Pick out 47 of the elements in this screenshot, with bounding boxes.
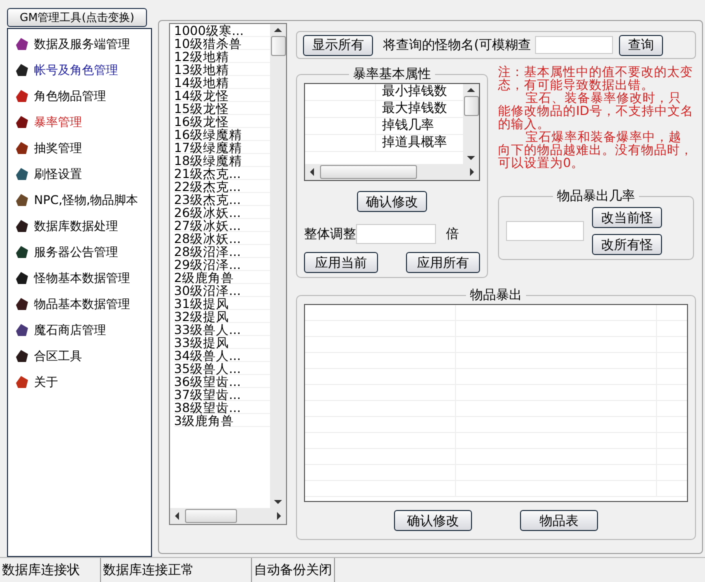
status-text: 数据库连接正常	[101, 558, 252, 582]
note-text: 宝石、装备暴率修改时，只能修改物品的ID号，不支持中文名的输入。	[498, 91, 694, 130]
adjust-field[interactable]	[356, 224, 436, 244]
navigation-item[interactable]: 暴率管理	[8, 109, 151, 135]
navigation-item[interactable]: NPC,怪物,物品脚本	[8, 187, 151, 213]
search-button[interactable]: 查询	[619, 34, 664, 56]
navigation-item[interactable]: 服务器公告管理	[8, 239, 151, 265]
table-cell-text: 最小掉钱数	[381, 84, 447, 100]
table-cell-text: 掉道具概率	[381, 135, 447, 151]
navigation-item[interactable]: 合区工具	[8, 343, 151, 369]
apply-button[interactable]: 改所有怪	[592, 234, 662, 255]
rate-field[interactable]	[506, 221, 584, 241]
search-label: 将查询的怪物名(可模糊查	[383, 37, 532, 54]
table-cell-text: 最大掉钱数	[381, 101, 447, 117]
table-cell-text: 掉钱几率	[381, 118, 434, 134]
navigation-item[interactable]: 关于	[8, 369, 151, 395]
group-title: 物品暴出几率	[556, 188, 636, 205]
navigation-item[interactable]: 物品基本数据管理	[8, 291, 151, 317]
status-text: 数据库连接状	[0, 558, 101, 582]
header-button[interactable]: GM管理工具(点击变换)	[7, 8, 147, 27]
search-field[interactable]	[535, 36, 614, 54]
action-button[interactable]: 物品表	[520, 510, 598, 531]
apply-button[interactable]: 改当前怪	[592, 207, 662, 228]
scrollbar[interactable]	[170, 508, 286, 524]
scrollbar[interactable]	[270, 24, 286, 508]
unit-label: 倍	[446, 226, 459, 243]
note-text: 注：基本属性中的值不要改的太变态，有可能导致数据出错。	[498, 65, 694, 91]
navigation-item[interactable]: 角色物品管理	[8, 83, 151, 109]
group-title: 暴率基本属性	[352, 66, 432, 83]
navigation-item[interactable]: 数据库数据处理	[8, 213, 151, 239]
navigation-item[interactable]: 数据及服务端管理	[8, 31, 151, 57]
confirm-button[interactable]: 确认修改	[357, 191, 427, 212]
navigation-item[interactable]: 帐号及角色管理	[8, 57, 151, 83]
show-all-button[interactable]: 显示所有	[303, 34, 373, 56]
navigation-item[interactable]: 刷怪设置	[8, 161, 151, 187]
apply-button[interactable]: 应用所有	[406, 252, 480, 273]
scrollbar[interactable]	[463, 84, 479, 164]
navigation-item[interactable]: 魔石商店管理	[8, 317, 151, 343]
action-button[interactable]: 确认修改	[394, 510, 472, 531]
group-title: 物品暴出	[469, 287, 523, 304]
navigation-item[interactable]: 怪物基本数据管理	[8, 265, 151, 291]
adjust-label: 整体调整	[304, 226, 356, 243]
note-text: 宝石爆率和装备爆率中，越向下的物品越难出。没有物品时，可以设置为0。	[498, 130, 694, 169]
apply-button[interactable]: 应用当前	[304, 252, 378, 273]
status-text: 自动备份关闭	[252, 558, 335, 582]
navigation-item[interactable]: 抽奖管理	[8, 135, 151, 161]
scrollbar[interactable]	[305, 164, 479, 180]
